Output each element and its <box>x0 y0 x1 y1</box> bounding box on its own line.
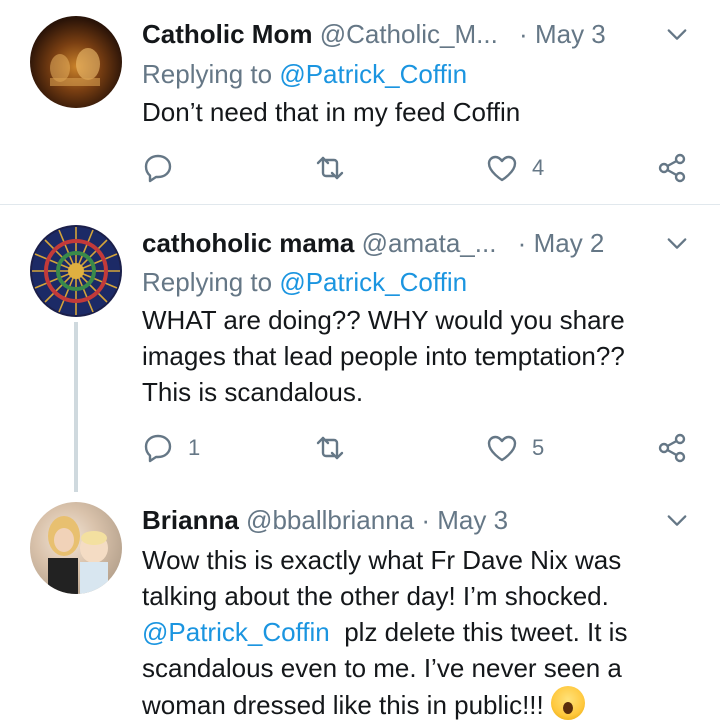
share-button[interactable] <box>656 148 688 188</box>
like-count: 4 <box>532 155 545 180</box>
retweet-button[interactable] <box>314 148 346 188</box>
chevron-down-icon[interactable] <box>666 233 688 255</box>
replying-to-mention[interactable]: @Patrick_Coffin <box>279 267 467 297</box>
like-button[interactable]: 5 <box>486 428 544 468</box>
tweet-text-line: WHAT are doing?? WHY would you share <box>142 305 625 335</box>
share-icon <box>658 433 686 463</box>
tweet-text-line: talking about the other day! I’m shocked… <box>142 581 609 611</box>
avatar[interactable] <box>30 225 122 317</box>
reply-icon <box>144 154 172 183</box>
heart-icon <box>487 155 517 182</box>
tweet-date[interactable]: May 3 <box>535 19 606 49</box>
chevron-down-icon[interactable] <box>666 510 688 532</box>
replying-to-label: Replying to <box>142 267 273 297</box>
tweet-text-line: @Patrick_Coffin plz delete this tweet. I… <box>142 614 702 650</box>
like-button[interactable]: 4 <box>486 148 544 188</box>
retweet-icon <box>316 156 344 180</box>
separator-dot: · <box>517 228 527 258</box>
avatar[interactable] <box>30 16 122 108</box>
tweet-text-line: scandalous even to me. I’ve never seen a <box>142 653 622 683</box>
share-button[interactable] <box>656 428 688 468</box>
replying-to-label: Replying to <box>142 59 273 89</box>
tweet-text-line: woman dressed like this in public!!! <box>142 686 702 723</box>
tweet-date[interactable]: May 2 <box>534 228 605 258</box>
tweet-text-line: images that lead people into temptation?… <box>142 341 625 371</box>
tweet-brianna[interactable]: Brianna @bballbrianna · May 3 Wow this i… <box>0 500 720 724</box>
tweet-text-fragment: plz delete this tweet. It is <box>329 617 628 647</box>
heart-icon <box>487 435 517 462</box>
tweet-text: Don’t need that in my feed Coffin <box>142 97 521 127</box>
avatar[interactable] <box>30 502 122 594</box>
replying-to: Replying to @Patrick_Coffin <box>142 266 467 298</box>
author-handle[interactable]: @bballbrianna <box>246 505 414 535</box>
tweet-text-line: Wow this is exactly what Fr Dave Nix was <box>142 545 622 575</box>
author-handle[interactable]: @Catholic_M... <box>320 19 498 49</box>
retweet-icon <box>316 436 344 460</box>
reply-button[interactable]: 1 <box>142 428 200 468</box>
replying-to: Replying to @Patrick_Coffin <box>142 58 467 90</box>
reply-button[interactable] <box>142 148 188 188</box>
author-name[interactable]: Brianna <box>142 505 239 535</box>
mention-link[interactable]: @Patrick_Coffin <box>142 617 330 647</box>
reply-icon <box>144 434 172 463</box>
tweet-text-line: This is scandalous. <box>142 377 364 407</box>
like-count: 5 <box>532 435 545 460</box>
tweet-date[interactable]: May 3 <box>437 505 508 535</box>
face-screaming-in-fear-icon <box>550 686 585 720</box>
tweet-cathoholic-mama[interactable]: cathoholic mama @amata_... · May 2 Reply… <box>0 205 720 505</box>
chevron-down-icon[interactable] <box>666 24 688 46</box>
retweet-button[interactable] <box>314 428 346 468</box>
author-handle[interactable]: @amata_... <box>362 228 497 258</box>
tweet-catholic-mom[interactable]: Catholic Mom @Catholic_M... · May 3 Repl… <box>0 0 720 204</box>
reply-count: 1 <box>188 435 201 460</box>
separator-dot: · <box>519 19 528 49</box>
share-icon <box>658 153 686 183</box>
replying-to-mention[interactable]: @Patrick_Coffin <box>279 59 467 89</box>
thread-connector-line <box>74 322 78 492</box>
separator-dot: · <box>421 505 431 535</box>
tweet-text-fragment: woman dressed like this in public!!! <box>142 690 544 720</box>
author-name[interactable]: Catholic Mom <box>142 19 312 49</box>
author-name[interactable]: cathoholic mama <box>142 228 354 258</box>
